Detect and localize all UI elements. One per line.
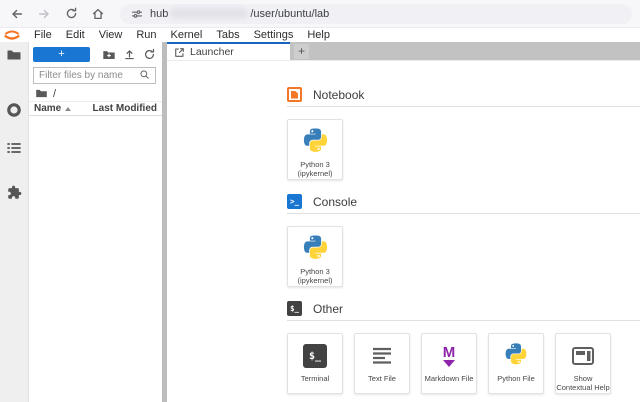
new-launcher-button[interactable]: + (33, 47, 90, 62)
markdown-icon: M (443, 340, 455, 372)
breadcrumb: / (35, 87, 56, 100)
sort-ascending-icon (65, 106, 72, 111)
card-label: Python 3 (ipykernel) (297, 160, 333, 179)
section-title: Notebook (313, 87, 365, 102)
launcher-card-show-contextual-help[interactable]: Show Contextual Help (555, 333, 611, 394)
add-tab-button[interactable]: + (294, 44, 309, 59)
extensions-puzzle-icon[interactable] (0, 180, 28, 204)
jupyter-logo-icon (4, 30, 20, 40)
tab-launcher-label: Launcher (190, 46, 234, 58)
card-label: Text File (368, 374, 396, 383)
upload-icon[interactable] (122, 47, 137, 62)
notebook-icon (287, 87, 302, 102)
section-header-console: >_ Console (287, 194, 640, 214)
menu-settings[interactable]: Settings (247, 29, 301, 41)
text-file-icon (369, 340, 395, 372)
card-label: Show Contextual Help (556, 374, 610, 393)
tab-bar: Launcher + (167, 42, 640, 60)
launcher-tab-icon (174, 47, 185, 58)
launcher-card-markdown-file[interactable]: M Markdown File (421, 333, 477, 394)
browser-reload-icon[interactable] (62, 5, 80, 23)
card-row-notebook: Python 3 (ipykernel) (287, 119, 640, 180)
card-row-console: Python 3 (ipykernel) (287, 226, 640, 287)
launcher-card-text-file[interactable]: Text File (354, 333, 410, 394)
filter-files-box (33, 67, 156, 84)
new-folder-icon[interactable] (101, 47, 116, 62)
contextual-help-icon (570, 340, 596, 372)
main-area: + / (0, 42, 640, 402)
browser-toolbar: hub /user/ubuntu/lab (0, 0, 640, 28)
running-sessions-icon[interactable] (0, 98, 28, 122)
filter-files-input[interactable] (39, 70, 139, 81)
url-host: hub (150, 7, 169, 20)
section-header-notebook: Notebook (287, 87, 640, 107)
launcher-card-terminal[interactable]: $_ Terminal (287, 333, 343, 394)
launcher-body: Notebook Python 3 (ipykernel) >_ Console… (167, 60, 640, 402)
launcher-card-notebook-python3[interactable]: Python 3 (ipykernel) (287, 119, 343, 180)
file-browser-panel: + / (29, 42, 162, 402)
browser-back-icon[interactable] (8, 5, 26, 23)
menu-view[interactable]: View (92, 29, 130, 41)
card-label: Markdown File (424, 374, 474, 383)
python-logo-icon (301, 233, 330, 265)
breadcrumb-home-folder-icon[interactable] (35, 87, 48, 100)
file-browser-tab-folder-icon[interactable] (0, 43, 28, 67)
card-label: Python File (497, 374, 535, 383)
refresh-icon[interactable] (142, 47, 157, 62)
browser-address-bar[interactable]: hub /user/ubuntu/lab (120, 3, 632, 24)
card-row-other: $_ Terminal Text File M Markdown File Py… (287, 333, 640, 394)
search-icon (139, 67, 150, 85)
menu-file[interactable]: File (27, 29, 59, 41)
terminal-icon: $_ (303, 340, 327, 372)
launcher-section-other: $_ Other $_ Terminal Text File M Markdow… (287, 301, 640, 394)
menu-edit[interactable]: Edit (59, 29, 92, 41)
section-title: Console (313, 194, 358, 209)
url-path: /user/ubuntu/lab (250, 7, 330, 20)
card-label: Python 3 (ipykernel) (297, 267, 333, 286)
menu-kernel[interactable]: Kernel (164, 29, 210, 41)
dock-panel: Launcher + Notebook Python 3 (ipykernel)… (167, 42, 640, 402)
jupyterlab-browser-window: hub /user/ubuntu/lab File Edit View Run … (0, 0, 640, 402)
redacted-url-segment (170, 8, 249, 19)
left-activity-bar (0, 42, 29, 402)
launcher-card-python-file[interactable]: Python File (488, 333, 544, 394)
browser-home-icon[interactable] (89, 5, 107, 23)
terminal-small-icon: $_ (287, 301, 302, 316)
python-logo-icon (301, 126, 330, 158)
file-listing-header: Name Last Modified (29, 101, 162, 116)
section-header-other: $_ Other (287, 301, 640, 321)
console-icon: >_ (287, 194, 302, 209)
menu-run[interactable]: Run (129, 29, 163, 41)
table-of-contents-icon[interactable] (0, 136, 28, 160)
menu-tabs[interactable]: Tabs (209, 29, 246, 41)
launcher-section-console: >_ Console Python 3 (ipykernel) (287, 194, 640, 287)
python-logo-icon (503, 340, 529, 372)
breadcrumb-root[interactable]: / (53, 88, 56, 100)
site-settings-icon[interactable] (130, 5, 144, 23)
card-label: Terminal (300, 374, 330, 383)
menu-help[interactable]: Help (300, 29, 337, 41)
tab-launcher[interactable]: Launcher (167, 42, 290, 60)
launcher-card-console-python3[interactable]: Python 3 (ipykernel) (287, 226, 343, 287)
launcher-section-notebook: Notebook Python 3 (ipykernel) (287, 87, 640, 180)
column-header-last-modified[interactable]: Last Modified (93, 103, 157, 114)
browser-forward-icon[interactable] (35, 5, 53, 23)
column-header-name[interactable]: Name (34, 103, 72, 114)
section-title: Other (313, 301, 344, 316)
jupyterlab-menu-bar: File Edit View Run Kernel Tabs Settings … (0, 28, 640, 42)
